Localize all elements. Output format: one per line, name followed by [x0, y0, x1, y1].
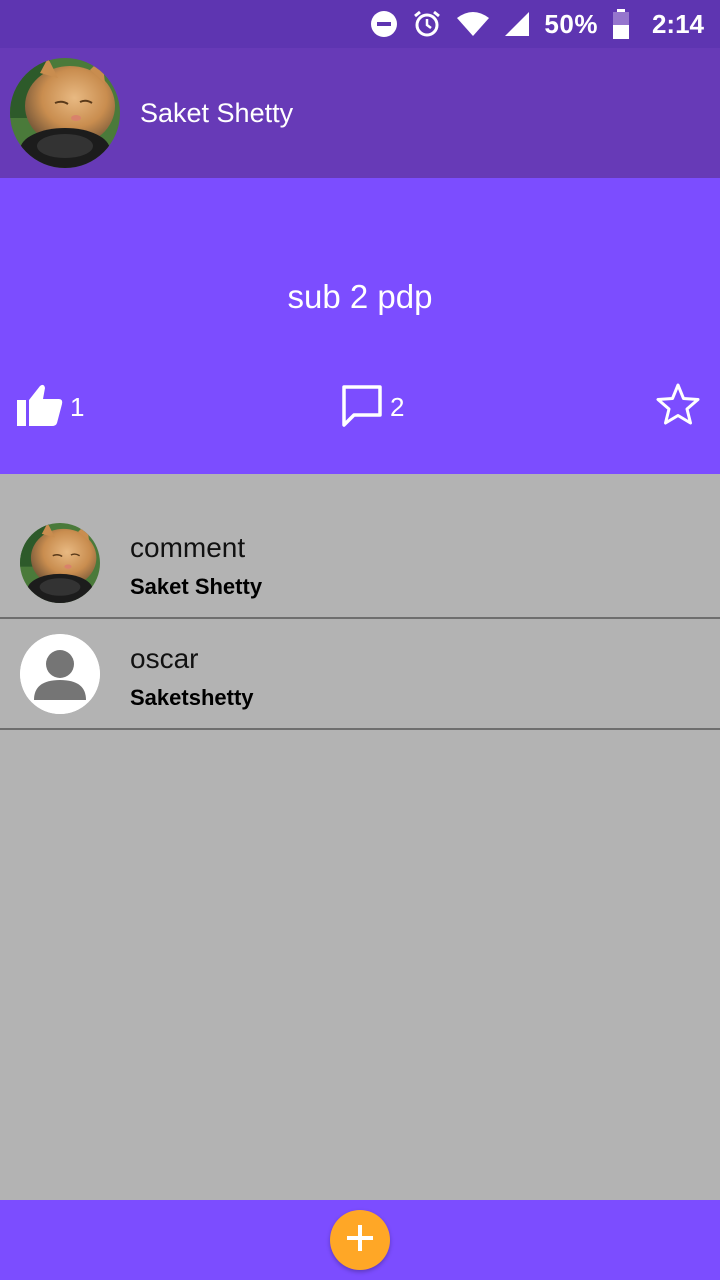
- comment-item[interactable]: oscar Saketshetty: [0, 619, 720, 730]
- default-person-avatar: [20, 634, 100, 714]
- battery-icon: [612, 9, 630, 39]
- post-card: sub 2 pdp 1 2: [0, 178, 720, 474]
- comment-item[interactable]: comment Saket Shetty: [0, 508, 720, 619]
- dnd-icon: [370, 10, 398, 38]
- battery-percent: 50%: [544, 8, 598, 39]
- bottom-bar: [0, 1200, 720, 1280]
- alarm-icon: [412, 9, 442, 39]
- comment-count: 2: [390, 392, 405, 422]
- star-outline-icon: [656, 383, 700, 430]
- comment-avatar: [20, 523, 100, 603]
- like-button[interactable]: 1: [16, 383, 84, 432]
- profile-header: Saket Shetty: [0, 48, 720, 178]
- signal-icon: [504, 11, 530, 37]
- comment-author: Saket Shetty: [130, 574, 263, 599]
- favorite-button[interactable]: [656, 383, 700, 430]
- post-text: sub 2 pdp: [287, 278, 433, 315]
- comment-button[interactable]: 2: [340, 383, 404, 432]
- like-count: 1: [70, 392, 85, 422]
- add-comment-button[interactable]: [330, 1210, 390, 1270]
- profile-name[interactable]: Saket Shetty: [140, 98, 293, 129]
- plus-icon: [345, 1223, 375, 1258]
- comment-text: oscar: [130, 643, 199, 674]
- comment-bubble-icon: [340, 383, 384, 432]
- profile-avatar[interactable]: [10, 58, 120, 168]
- comment-text: comment: [130, 532, 246, 563]
- thumb-up-icon: [16, 383, 64, 432]
- clock-time: 2:14: [651, 8, 704, 39]
- comment-author: Saketshetty: [130, 685, 254, 710]
- wifi-icon: [456, 11, 490, 37]
- status-bar: 50% 2:14: [0, 0, 720, 48]
